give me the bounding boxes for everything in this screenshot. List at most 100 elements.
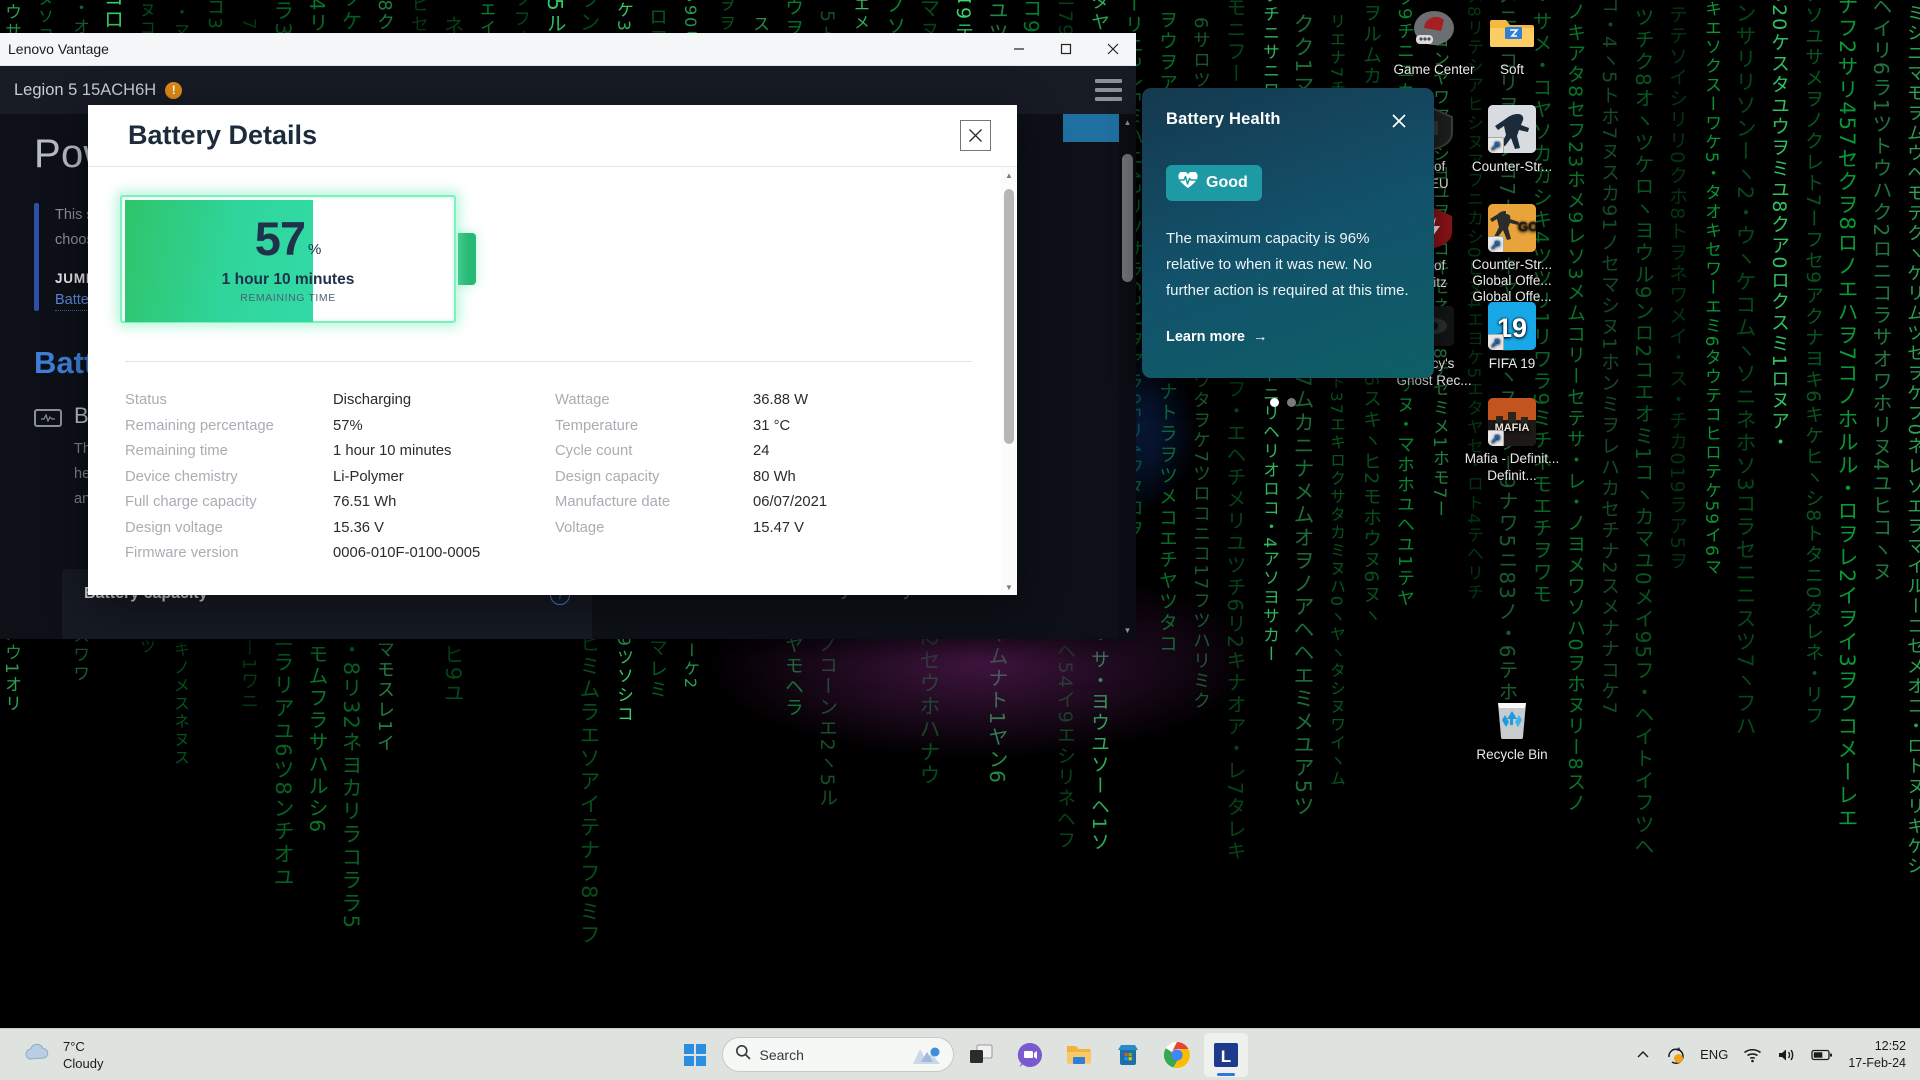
scroll-down-icon[interactable]: ▼ [1119, 622, 1136, 639]
detail-value: 0006-010F-0100-0005 [333, 545, 481, 561]
detail-value: 36.88 W [753, 392, 809, 408]
battery-icon [34, 409, 62, 427]
wifi-icon[interactable] [1743, 1047, 1762, 1063]
device-selector[interactable]: Legion 5 15ACH6H ! [14, 81, 183, 100]
game-center-icon [1410, 8, 1458, 56]
close-button[interactable] [1089, 33, 1136, 66]
dialog-close-button[interactable] [960, 120, 991, 151]
notification-close-button[interactable] [1388, 110, 1410, 132]
pager-dot-1[interactable] [1270, 398, 1279, 407]
detail-value: 31 °C [753, 417, 791, 434]
desktop-icon-soft[interactable]: Soft [1460, 8, 1564, 78]
battery-readout: 57 % 1 hour 10 minutes REMAINING TIME [120, 195, 456, 323]
battery-details-dialog: Battery Details 57 % 1 hour 10 minutes R… [88, 105, 1017, 595]
dialog-scrollbar[interactable]: ▲ ▼ [1001, 167, 1017, 595]
detail-value: 80 Wh [753, 468, 796, 485]
dialog-scroll-down-icon[interactable]: ▼ [1001, 579, 1017, 595]
volume-icon[interactable] [1777, 1047, 1796, 1063]
shortcut-arrow-icon: ↗ [1488, 236, 1504, 252]
taskbar-item-lenovo-vantage[interactable]: L [1203, 1032, 1248, 1077]
detail-key: Remaining time [125, 443, 228, 459]
taskbar-item-file-explorer[interactable] [1057, 1033, 1101, 1077]
battery-terminal-nub [458, 233, 476, 285]
language-indicator[interactable]: ENG [1700, 1047, 1728, 1062]
search-icon [735, 1044, 751, 1065]
detail-key: Cycle count [555, 443, 633, 459]
detail-key: Device chemistry [125, 468, 238, 485]
desktop-icon-mafia[interactable]: MAFIA ↗ Mafia - Definit... Definit... [1460, 398, 1564, 484]
dialog-body: 57 % 1 hour 10 minutes REMAINING TIME St… [88, 167, 1017, 567]
detail-key [555, 541, 753, 567]
desktop-icon-label: Counter-Str... Global Offe... [1471, 257, 1553, 288]
clock-date: 17-Feb-24 [1848, 1055, 1906, 1070]
folder-icon [1488, 8, 1536, 56]
desktop-icon-label-2: Definit... [1487, 468, 1537, 483]
battery-remaining-time-label: REMAINING TIME [240, 291, 336, 304]
detail-key: Design capacity [555, 468, 660, 485]
desktop-icon-label: Mafia - Definit... [1464, 451, 1560, 466]
minimize-button[interactable] [995, 33, 1042, 66]
detail-value: 57% [333, 417, 363, 434]
desktop-icon-counter-strike[interactable]: ↗ Counter-Str... [1460, 105, 1564, 175]
learn-more-label: Learn more [1166, 329, 1245, 345]
taskbar-center-group: Search L [0, 1032, 1920, 1077]
desktop-icon-fifa-19[interactable]: 19 ↗ FIFA 19 [1460, 302, 1564, 372]
detail-value: Li-Polymer [333, 468, 404, 485]
svg-text:GO: GO [1518, 219, 1536, 234]
desktop-icon-recycle-bin[interactable]: Recycle Bin [1460, 695, 1564, 763]
window-titlebar[interactable]: Lenovo Vantage [0, 33, 1136, 66]
vantage-scrollbar[interactable]: ▲ ▼ [1119, 114, 1136, 639]
detail-value: 24 [753, 443, 770, 459]
desktop-icon-csgo[interactable]: GO ↗ Counter-Str... Global Offe... Globa… [1460, 204, 1564, 305]
notification-pager-dots[interactable] [1270, 398, 1306, 407]
taskbar-search-input[interactable]: Search [721, 1037, 954, 1072]
counter-strike-icon: ↗ [1488, 105, 1536, 153]
detail-key: Design voltage [125, 519, 223, 536]
warning-icon[interactable]: ! [165, 81, 183, 99]
clock-time: 12:52 [1874, 1038, 1906, 1053]
learn-more-link[interactable]: Learn more → [1166, 329, 1267, 345]
search-placeholder: Search [759, 1046, 804, 1063]
taskbar-item-teams[interactable] [1008, 1033, 1052, 1077]
battery-health-status-label: Good [1206, 174, 1248, 191]
shortcut-arrow-icon: ↗ [1488, 137, 1504, 153]
scrollbar-thumb[interactable] [1122, 154, 1133, 282]
detail-key: Remaining percentage [125, 417, 274, 434]
window-title: Lenovo Vantage [8, 41, 109, 57]
fifa-19-icon: 19 ↗ [1488, 302, 1536, 350]
taskbar-item-chrome[interactable] [1155, 1033, 1199, 1077]
detail-value: 06/07/2021 [753, 494, 828, 510]
taskbar-item-task-view[interactable] [959, 1033, 1003, 1077]
desktop-icon-label: Recycle Bin [1476, 747, 1548, 762]
dialog-scroll-up-icon[interactable]: ▲ [1001, 167, 1017, 183]
maximize-button[interactable] [1042, 33, 1089, 66]
notification-title: Battery Health [1166, 110, 1281, 128]
menu-icon[interactable] [1095, 79, 1122, 101]
detail-key: Firmware version [125, 545, 239, 561]
taskbar-item-microsoft-store[interactable] [1106, 1033, 1150, 1077]
vantage-tab-highlight[interactable] [1063, 114, 1119, 142]
taskbar-clock[interactable]: 12:52 17-Feb-24 [1848, 1038, 1906, 1072]
pager-dot-2[interactable] [1287, 398, 1296, 407]
detail-value: Discharging [333, 392, 412, 408]
desktop-icon-label: Counter-Str... [1471, 159, 1553, 174]
notification-header: Battery Health [1166, 110, 1410, 132]
detail-key: Manufacture date [555, 494, 671, 510]
show-hidden-icons-chevron-up-icon[interactable] [1636, 1048, 1650, 1062]
battery-remaining-time: 1 hour 10 minutes [221, 270, 355, 288]
shortcut-arrow-icon: ↗ [1488, 334, 1504, 350]
battery-health-notification: Battery Health Good The maximum capacity… [1142, 88, 1434, 378]
battery-percent: 57 % [255, 215, 322, 262]
dialog-header: Battery Details [88, 105, 1017, 167]
taskbar-item-start[interactable] [673, 1033, 717, 1077]
battery-health-status-badge: Good [1166, 165, 1262, 201]
notification-message: The maximum capacity is 96% relative to … [1166, 230, 1409, 299]
battery-tray-icon[interactable] [1811, 1048, 1833, 1062]
battery-gauge: 57 % 1 hour 10 minutes REMAINING TIME [120, 195, 476, 323]
update-pending-icon[interactable] [1665, 1045, 1685, 1065]
scroll-up-icon[interactable]: ▲ [1119, 114, 1136, 131]
dialog-scrollbar-thumb[interactable] [1004, 189, 1014, 444]
detail-value: 15.36 V [333, 519, 385, 536]
detail-value: 1 hour 10 minutes [333, 443, 452, 459]
detail-key: Voltage [555, 519, 605, 536]
